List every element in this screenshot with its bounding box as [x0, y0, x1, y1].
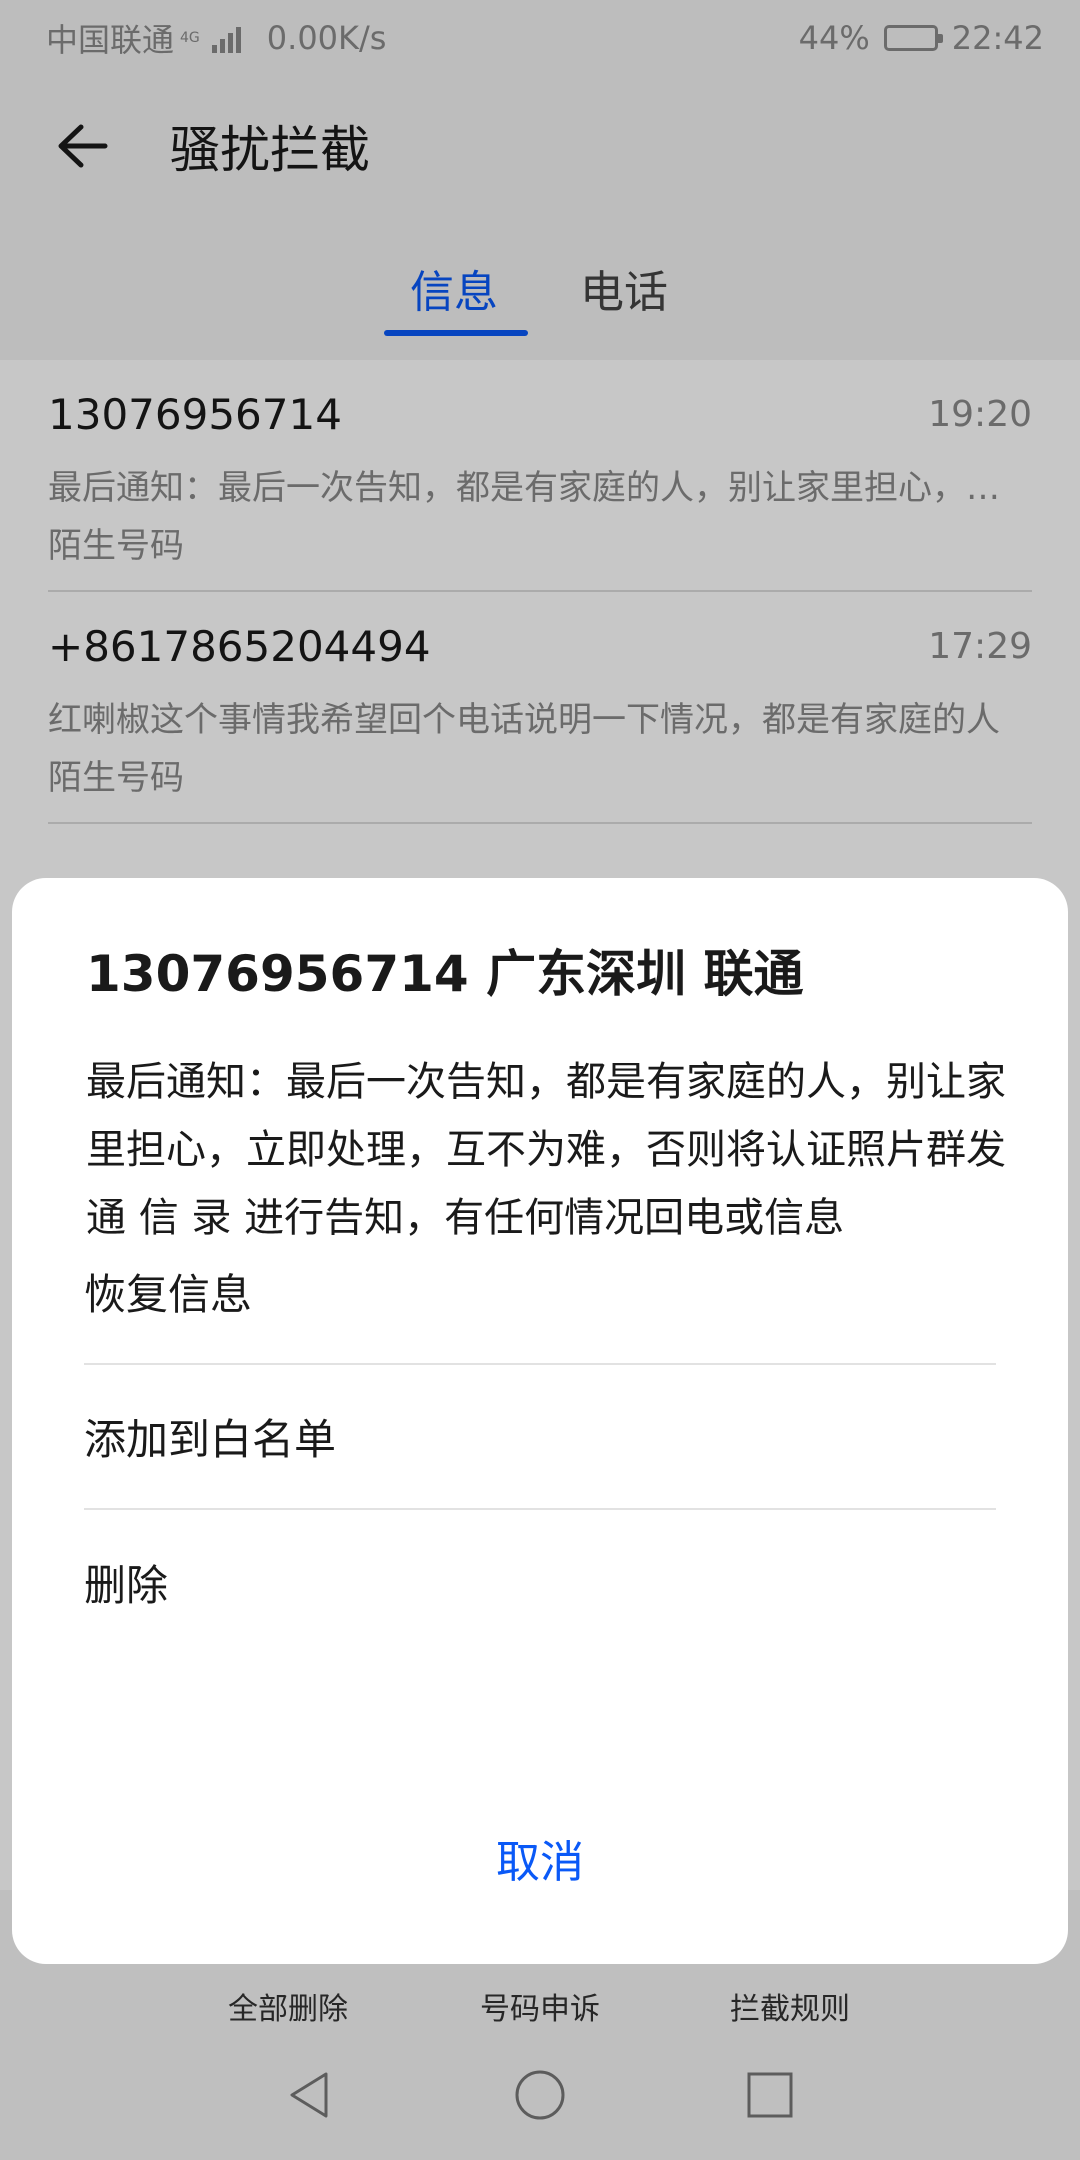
delete-option[interactable]: 删除: [84, 1510, 996, 1655]
restore-message-label: 恢复信息: [84, 1270, 253, 1319]
restore-message-option[interactable]: 恢复信息: [84, 1220, 996, 1365]
add-to-whitelist-option[interactable]: 添加到白名单: [84, 1365, 996, 1510]
message-detail-dialog: 13076956714 广东深圳 联通 最后通知：最后一次告知，都是有家庭的人，…: [12, 878, 1068, 1964]
delete-label: 删除: [84, 1561, 169, 1610]
add-to-whitelist-label: 添加到白名单: [84, 1415, 337, 1464]
dialog-title: 13076956714 广东深圳 联通: [86, 945, 804, 1003]
cancel-button[interactable]: 取消: [12, 1818, 1068, 1908]
